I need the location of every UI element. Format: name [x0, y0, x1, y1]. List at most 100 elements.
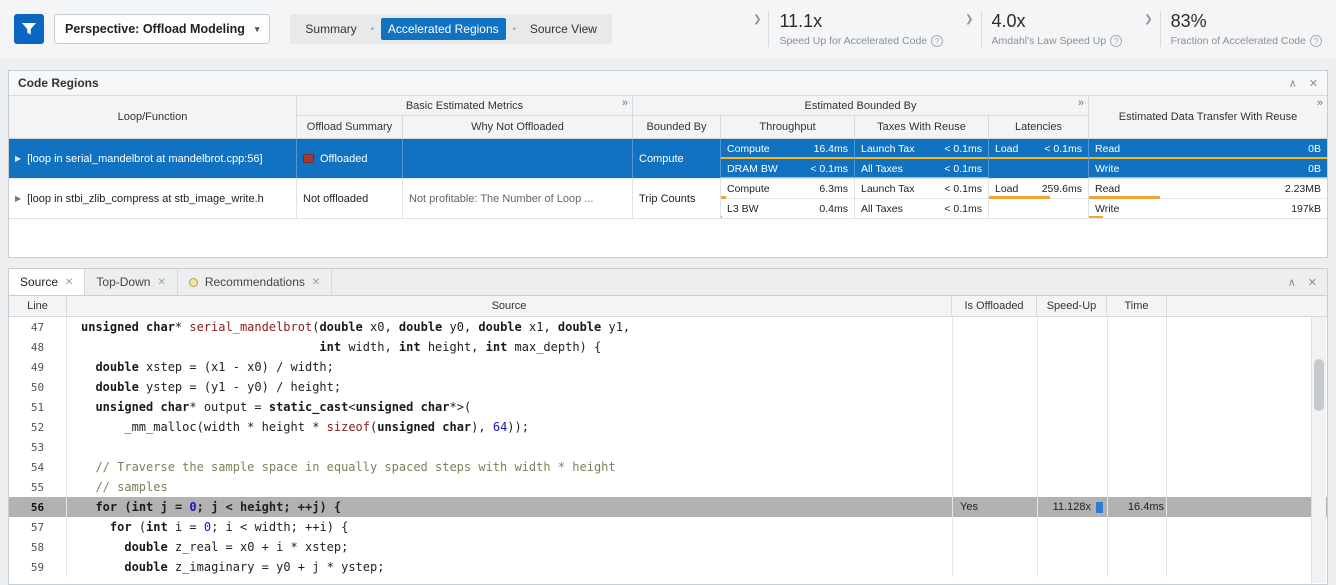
throughput-cell[interactable]: Compute6.3msL3 BW0.4ms — [721, 179, 855, 218]
column-header-why-not-offloaded[interactable]: Why Not Offloaded — [403, 116, 633, 138]
perspective-dropdown[interactable]: Perspective: Offload Modeling ▾ — [54, 14, 270, 44]
offload-summary-cell[interactable]: Offloaded — [297, 139, 403, 178]
column-header-source[interactable]: Source — [67, 296, 952, 316]
collapse-panel-icon[interactable]: ∧ — [1289, 77, 1297, 90]
source-row[interactable]: 52 _mm_malloc(width * height * sizeof(un… — [9, 417, 1327, 437]
throughput-cell[interactable]: Compute16.4msDRAM BW< 0.1ms — [721, 139, 855, 178]
data-transfer-metric-cell: Write0B — [1089, 159, 1327, 178]
source-row[interactable]: 57 for (int i = 0; i < width; ++i) { — [9, 517, 1327, 537]
source-row[interactable]: 48 int width, int height, int max_depth)… — [9, 337, 1327, 357]
taxes-with-reuse-cell[interactable]: Launch Tax< 0.1msAll Taxes< 0.1ms — [855, 179, 989, 218]
metric-body: 83%Fraction of Accelerated Code? — [1160, 11, 1322, 47]
splitter-chevron-icon[interactable]: ❯ — [965, 14, 973, 47]
data-transfer-cell[interactable]: Read2.23MBWrite197kB — [1089, 179, 1327, 218]
offload-summary-cell[interactable]: Not offloaded — [297, 179, 403, 218]
expand-row-icon[interactable]: ▶ — [15, 154, 21, 163]
throughput-metric-cell: L3 BW0.4ms — [721, 199, 854, 218]
metric-name: Read — [1095, 183, 1120, 195]
column-header-speed-up[interactable]: Speed-Up — [1037, 296, 1107, 316]
column-header-is-offloaded[interactable]: Is Offloaded — [952, 296, 1037, 316]
column-group-estimated-bounded-by[interactable]: Estimated Bounded By » — [633, 96, 1089, 116]
column-header-loop-function[interactable]: Loop/Function — [9, 96, 297, 138]
taxes-metric-cell: All Taxes< 0.1ms — [855, 199, 988, 218]
tab-source[interactable]: Source ✕ — [9, 269, 85, 295]
tab-close-icon[interactable]: ✕ — [312, 277, 320, 288]
taxes-with-reuse-cell[interactable]: Launch Tax< 0.1msAll Taxes< 0.1ms — [855, 139, 989, 178]
column-header-time[interactable]: Time — [1107, 296, 1167, 316]
source-row[interactable]: 59 double z_imaginary = y0 + j * ystep; — [9, 557, 1327, 577]
collapse-panel-icon[interactable]: ∧ — [1288, 276, 1296, 289]
source-row[interactable]: 50 double ystep = (y1 - y0) / height; — [9, 377, 1327, 397]
is-offloaded-cell — [952, 457, 1037, 477]
code-line: double z_imaginary = y0 + j * ystep; — [67, 557, 952, 577]
scrollbar-thumb[interactable] — [1314, 359, 1324, 411]
close-panel-icon[interactable]: ✕ — [1308, 276, 1317, 289]
tab-label: Source — [20, 275, 58, 289]
metric-name: Load — [995, 143, 1018, 155]
splitter-chevron-icon[interactable]: ❯ — [1144, 14, 1152, 47]
expand-row-icon[interactable]: ▶ — [15, 194, 21, 203]
line-number: 51 — [9, 397, 67, 417]
column-group-estimated-data-transfer[interactable]: Estimated Data Transfer With Reuse » — [1089, 96, 1327, 138]
tab-top-down[interactable]: Top-Down✕ — [85, 269, 177, 295]
source-row[interactable]: 53 — [9, 437, 1327, 457]
row-filler — [1167, 457, 1327, 477]
view-tab-accelerated-regions[interactable]: Accelerated Regions — [381, 18, 506, 40]
close-panel-icon[interactable]: ✕ — [1309, 77, 1318, 90]
tab-close-icon[interactable]: ✕ — [157, 277, 165, 288]
view-tab-summary[interactable]: Summary — [298, 18, 363, 40]
line-number: 48 — [9, 337, 67, 357]
why-not-offloaded-cell[interactable]: Not profitable: The Number of Loop ... — [403, 179, 633, 218]
why-not-offloaded-cell[interactable] — [403, 139, 633, 178]
vertical-scrollbar[interactable] — [1311, 317, 1326, 583]
source-row[interactable]: 58 double z_real = x0 + i * xstep; — [9, 537, 1327, 557]
code-region-row[interactable]: ▶ [loop in serial_mandelbrot at mandelbro… — [9, 139, 1327, 179]
time-cell — [1107, 417, 1167, 437]
info-icon[interactable]: ? — [1310, 35, 1322, 47]
info-icon[interactable]: ? — [1110, 35, 1122, 47]
source-row[interactable]: 49 double xstep = (x1 - x0) / width; — [9, 357, 1327, 377]
expand-columns-icon[interactable]: » — [622, 97, 628, 109]
source-row[interactable]: 54 // Traverse the sample space in equal… — [9, 457, 1327, 477]
loop-function-cell[interactable]: ▶ [loop in serial_mandelbrot at mandelbro… — [9, 139, 297, 178]
offload-summary-text: Offloaded — [320, 153, 368, 165]
expand-columns-icon[interactable]: » — [1317, 97, 1323, 109]
code-region-row[interactable]: ▶ [loop in stbi_zlib_compress at stb_imag… — [9, 179, 1327, 219]
column-header-line[interactable]: Line — [9, 296, 67, 316]
source-row[interactable]: 47unsigned char* serial_mandelbrot(doubl… — [9, 317, 1327, 337]
bounded-by-cell[interactable]: Trip Counts — [633, 179, 721, 218]
column-header-bounded-by[interactable]: Bounded By — [633, 116, 721, 138]
data-transfer-metrics: Read0BWrite0B — [1089, 139, 1327, 178]
tab-recommendations[interactable]: Recommendations✕ — [178, 269, 332, 295]
time-cell — [1107, 437, 1167, 457]
code-line: _mm_malloc(width * height * sizeof(unsig… — [67, 417, 952, 437]
tab-close-icon[interactable]: ✕ — [65, 277, 73, 288]
column-header-offload-summary[interactable]: Offload Summary — [297, 116, 403, 138]
metric-bar — [721, 216, 722, 218]
column-header-taxes-with-reuse[interactable]: Taxes With Reuse — [855, 116, 989, 138]
metric-label-text: Fraction of Accelerated Code — [1171, 35, 1306, 47]
latencies-cell[interactable]: Load< 0.1ms — [989, 139, 1089, 178]
column-header-throughput[interactable]: Throughput — [721, 116, 855, 138]
loop-function-name: [loop in stbi_zlib_compress at stb_image… — [27, 193, 264, 205]
code-regions-header: Loop/Function Basic Estimated Metrics » … — [9, 96, 1327, 139]
source-row[interactable]: 55 // samples — [9, 477, 1327, 497]
loop-function-name: [loop in serial_mandelbrot at mandelbrot… — [27, 153, 262, 165]
expand-columns-icon[interactable]: » — [1078, 97, 1084, 109]
info-icon[interactable]: ? — [931, 35, 943, 47]
bounded-by-cell[interactable]: Compute — [633, 139, 721, 178]
column-group-basic-estimated-metrics[interactable]: Basic Estimated Metrics » — [297, 96, 633, 116]
loop-function-cell[interactable]: ▶ [loop in stbi_zlib_compress at stb_imag… — [9, 179, 297, 218]
time-cell — [1107, 317, 1167, 337]
code-regions-rows: ▶ [loop in serial_mandelbrot at mandelbro… — [9, 139, 1327, 219]
source-row[interactable]: 51 unsigned char* output = static_cast<u… — [9, 397, 1327, 417]
column-header-latencies[interactable]: Latencies — [989, 116, 1089, 138]
offload-summary-text: Not offloaded — [303, 193, 368, 205]
view-tab-source-view[interactable]: Source View — [523, 18, 604, 40]
source-row[interactable]: 56 for (int j = 0; j < height; ++j) {Yes… — [9, 497, 1327, 517]
source-rows: 47unsigned char* serial_mandelbrot(doubl… — [9, 317, 1327, 577]
is-offloaded-cell — [952, 337, 1037, 357]
latencies-cell[interactable]: Load259.6ms — [989, 179, 1089, 218]
data-transfer-cell[interactable]: Read0BWrite0B — [1089, 139, 1327, 178]
splitter-chevron-icon[interactable]: ❯ — [753, 14, 761, 47]
